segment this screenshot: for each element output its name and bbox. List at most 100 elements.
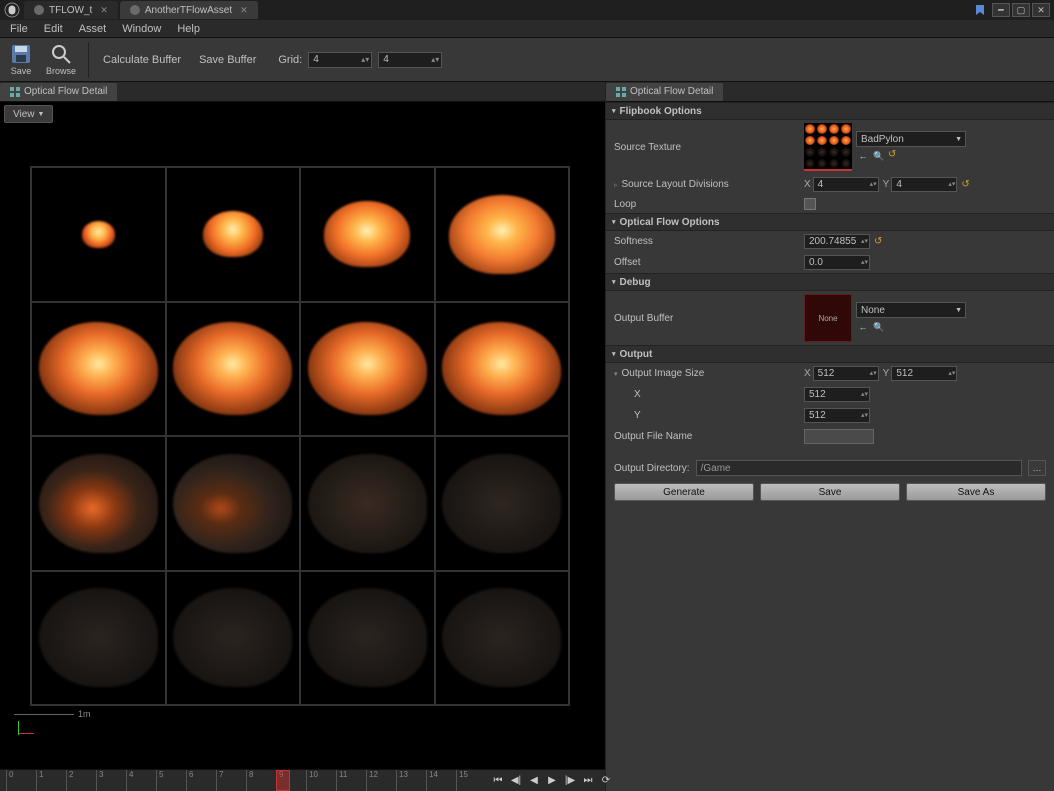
panel-tab-optical-flow-detail-right[interactable]: Optical Flow Detail bbox=[606, 83, 723, 101]
timeline-tick[interactable]: 0 bbox=[6, 770, 36, 791]
timeline[interactable]: 0123456789101112131415 ⏮ ◀| ◀ ▶ |▶ ⏭ ⟳ bbox=[0, 769, 605, 791]
close-icon[interactable]: ✕ bbox=[240, 5, 248, 16]
source-texture-dropdown[interactable]: BadPylon ▼ bbox=[856, 131, 966, 147]
timeline-tick[interactable]: 8 bbox=[246, 770, 276, 791]
axis-gizmo-icon bbox=[14, 721, 36, 743]
timeline-tick[interactable]: 13 bbox=[396, 770, 426, 791]
menu-window[interactable]: Window bbox=[114, 21, 169, 37]
menu-file[interactable]: File bbox=[2, 21, 36, 37]
spinner-icon[interactable]: ▴▾ bbox=[431, 57, 439, 62]
prop-softness-label: Softness bbox=[614, 236, 804, 247]
prop-output-image-size-label[interactable]: ▾Output Image Size bbox=[614, 368, 804, 379]
close-icon[interactable]: ✕ bbox=[100, 5, 108, 16]
category-optical-flow-options[interactable]: ▾Optical Flow Options bbox=[606, 213, 1054, 231]
offset-input[interactable]: 0.0▴▾ bbox=[804, 255, 870, 270]
grid-x-input[interactable]: 4 ▴▾ bbox=[308, 52, 372, 68]
close-window-button[interactable]: ✕ bbox=[1032, 3, 1050, 17]
viewport-panel: Optical Flow Detail View ▼ bbox=[0, 82, 606, 791]
generate-button[interactable]: Generate bbox=[614, 483, 754, 501]
step-forward-button[interactable]: |▶ bbox=[562, 773, 578, 789]
timeline-tick[interactable]: 14 bbox=[426, 770, 456, 791]
spinner-icon[interactable]: ▴▾ bbox=[361, 57, 369, 62]
browse-button[interactable]: Browse bbox=[40, 41, 82, 78]
output-buffer-dropdown[interactable]: None ▼ bbox=[856, 302, 966, 318]
to-end-button[interactable]: ⏭ bbox=[580, 773, 596, 789]
grid-y-input[interactable]: 4 ▴▾ bbox=[378, 52, 442, 68]
step-back-button[interactable]: ◀| bbox=[508, 773, 524, 789]
timeline-tick[interactable]: 7 bbox=[216, 770, 246, 791]
layout-x-input[interactable]: 4▴▾ bbox=[813, 177, 879, 192]
category-debug[interactable]: ▾Debug bbox=[606, 273, 1054, 291]
output-x-input[interactable]: 512▴▾ bbox=[804, 387, 870, 402]
output-filename-input[interactable] bbox=[804, 429, 874, 444]
calculate-buffer-button[interactable]: Calculate Buffer bbox=[95, 50, 189, 70]
scale-reference: 1m bbox=[14, 709, 91, 743]
grid-icon bbox=[10, 87, 20, 97]
minimize-button[interactable]: ━ bbox=[992, 3, 1010, 17]
play-button[interactable]: ▶ bbox=[544, 773, 560, 789]
output-buffer-thumbnail[interactable]: None bbox=[804, 294, 852, 342]
panel-tab-optical-flow-detail[interactable]: Optical Flow Detail bbox=[0, 83, 117, 101]
timeline-tick[interactable]: 6 bbox=[186, 770, 216, 791]
menu-help[interactable]: Help bbox=[169, 21, 208, 37]
save-as-button[interactable]: Save As bbox=[906, 483, 1046, 501]
details-panel: Optical Flow Detail ▾Flipbook Options So… bbox=[606, 82, 1054, 791]
layout-y-input[interactable]: 4▴▾ bbox=[891, 177, 957, 192]
timeline-tick[interactable]: 5 bbox=[156, 770, 186, 791]
timeline-tick[interactable]: 1 bbox=[36, 770, 66, 791]
menu-edit[interactable]: Edit bbox=[36, 21, 71, 37]
output-y-input[interactable]: 512▴▾ bbox=[804, 408, 870, 423]
loop-button[interactable]: ⟳ bbox=[598, 773, 614, 789]
output-size-y-input[interactable]: 512▴▾ bbox=[891, 366, 957, 381]
asset-tab-tflow[interactable]: TFLOW_t ✕ bbox=[24, 1, 118, 19]
save-label: Save bbox=[11, 66, 32, 76]
view-dropdown-button[interactable]: View ▼ bbox=[4, 105, 53, 123]
save-button[interactable]: Save bbox=[4, 41, 38, 78]
timeline-tick[interactable]: 4 bbox=[126, 770, 156, 791]
asset-tab-another[interactable]: AnotherTFlowAsset ✕ bbox=[120, 1, 258, 19]
prop-source-layout-label[interactable]: ▹Source Layout Divisions bbox=[614, 179, 804, 190]
bookmark-icon[interactable] bbox=[974, 4, 986, 16]
browse-directory-button[interactable]: … bbox=[1028, 460, 1046, 476]
to-start-button[interactable]: ⏮ bbox=[490, 773, 506, 789]
use-selected-button[interactable]: ← bbox=[856, 320, 870, 334]
use-selected-button[interactable]: ← bbox=[856, 149, 870, 163]
softness-input[interactable]: 200.74855▴▾ bbox=[804, 234, 870, 249]
floppy-disk-icon bbox=[10, 43, 32, 65]
reset-to-default-button[interactable]: ↺ bbox=[961, 179, 969, 190]
flipbook-viewport[interactable]: 1m bbox=[0, 126, 605, 769]
chevron-down-icon: ▼ bbox=[955, 136, 962, 143]
save-output-button[interactable]: Save bbox=[760, 483, 900, 501]
panel-tab-label: Optical Flow Detail bbox=[24, 86, 107, 97]
reset-to-default-button[interactable]: ↺ bbox=[874, 236, 882, 247]
asset-icon bbox=[130, 5, 140, 15]
flipbook-grid bbox=[30, 166, 570, 706]
timeline-tick[interactable]: 15 bbox=[456, 770, 486, 791]
timeline-tick[interactable]: 12 bbox=[366, 770, 396, 791]
timeline-tick[interactable]: 2 bbox=[66, 770, 96, 791]
timeline-tick[interactable]: 10 bbox=[306, 770, 336, 791]
source-texture-thumbnail[interactable] bbox=[804, 123, 852, 171]
prop-loop-label: Loop bbox=[614, 199, 804, 210]
chevron-down-icon: ▼ bbox=[955, 307, 962, 314]
timeline-tick[interactable]: 3 bbox=[96, 770, 126, 791]
category-flipbook-options[interactable]: ▾Flipbook Options bbox=[606, 102, 1054, 120]
timeline-tick[interactable]: 11 bbox=[336, 770, 366, 791]
output-size-x-input[interactable]: 512▴▾ bbox=[813, 366, 879, 381]
save-buffer-button[interactable]: Save Buffer bbox=[191, 50, 264, 70]
play-reverse-button[interactable]: ◀ bbox=[526, 773, 542, 789]
tab-label: TFLOW_t bbox=[49, 5, 92, 16]
category-output[interactable]: ▾Output bbox=[606, 345, 1054, 363]
browse-label: Browse bbox=[46, 66, 76, 76]
reset-to-default-button[interactable]: ↺ bbox=[888, 149, 896, 163]
maximize-button[interactable]: ▢ bbox=[1012, 3, 1030, 17]
panel-tab-label: Optical Flow Detail bbox=[630, 86, 713, 97]
output-directory-input[interactable]: /Game bbox=[696, 460, 1022, 476]
timeline-cursor[interactable] bbox=[276, 770, 290, 791]
prop-source-texture-label: Source Texture bbox=[614, 142, 804, 153]
menu-asset[interactable]: Asset bbox=[71, 21, 115, 37]
toolbar: Save Browse Calculate Buffer Save Buffer… bbox=[0, 38, 1054, 82]
loop-checkbox[interactable] bbox=[804, 198, 816, 210]
browse-asset-button[interactable]: 🔍 bbox=[872, 149, 886, 163]
browse-asset-button[interactable]: 🔍 bbox=[872, 320, 886, 334]
